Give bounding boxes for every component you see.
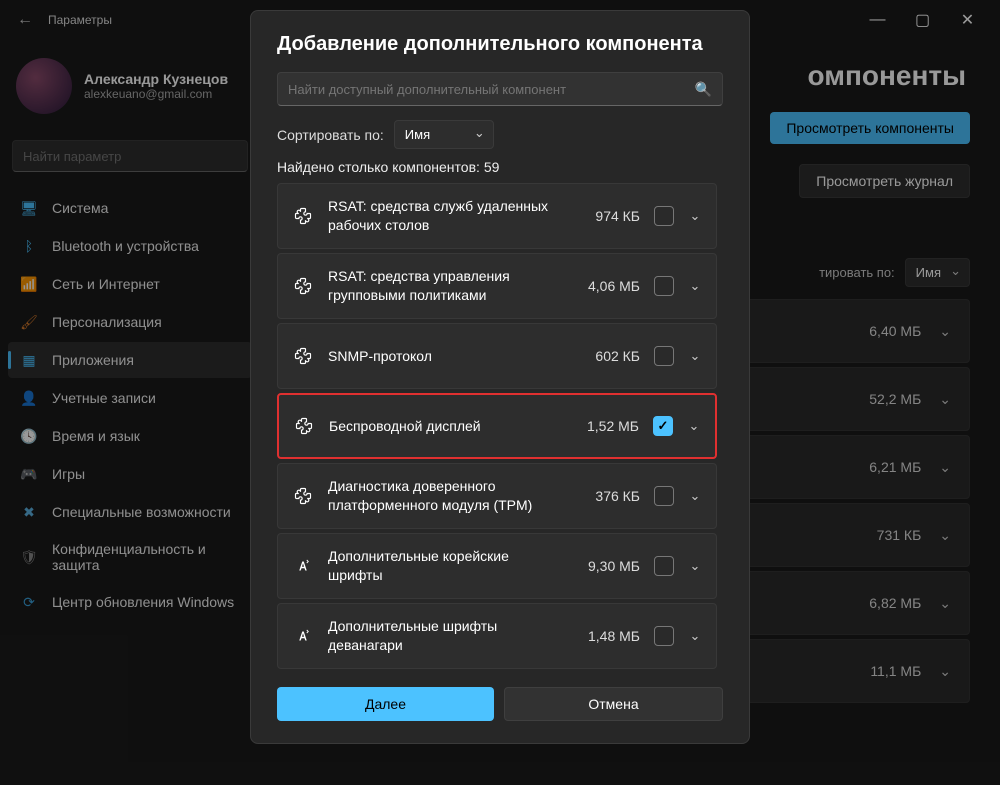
feature-name: Дополнительные корейские шрифты — [328, 547, 564, 585]
feature-size: 9,30 МБ — [578, 558, 640, 574]
dialog-title: Добавление дополнительного компонента — [277, 33, 723, 56]
puzzle-icon — [292, 485, 314, 507]
dialog-search[interactable]: 🔍 — [277, 72, 723, 106]
feature-size: 1,48 МБ — [578, 628, 640, 644]
feature-size: 4,06 МБ — [578, 278, 640, 294]
feature-row[interactable]: RSAT: средства управления групповыми пол… — [277, 253, 717, 319]
feature-checkbox[interactable] — [654, 556, 674, 576]
dialog-sort-select[interactable]: Имя — [394, 120, 494, 149]
feature-checkbox[interactable] — [654, 486, 674, 506]
feature-row[interactable]: Беспроводной дисплей 1,52 МБ ⌄ — [277, 393, 717, 459]
chevron-down-icon[interactable]: ⌄ — [688, 208, 702, 224]
feature-name: Дополнительные шрифты деванагари — [328, 617, 564, 655]
add-feature-dialog: Добавление дополнительного компонента 🔍 … — [250, 10, 750, 744]
modal-overlay: Добавление дополнительного компонента 🔍 … — [0, 0, 1000, 785]
cancel-button[interactable]: Отмена — [504, 687, 723, 721]
feature-row[interactable]: RSAT: средства служб удаленных рабочих с… — [277, 183, 717, 249]
puzzle-icon — [292, 345, 314, 367]
chevron-down-icon[interactable]: ⌄ — [688, 558, 702, 574]
dialog-sort-label: Сортировать по: — [277, 127, 384, 143]
feature-name: Беспроводной дисплей — [329, 417, 563, 436]
chevron-down-icon[interactable]: ⌄ — [688, 348, 702, 364]
chevron-down-icon[interactable]: ⌄ — [688, 278, 702, 294]
puzzle-icon — [293, 415, 315, 437]
feature-size: 376 КБ — [578, 488, 640, 504]
feature-checkbox[interactable] — [653, 416, 673, 436]
feature-row[interactable]: Дополнительные корейские шрифты 9,30 МБ … — [277, 533, 717, 599]
search-icon: 🔍 — [695, 81, 712, 98]
font-icon — [292, 625, 314, 647]
feature-checkbox[interactable] — [654, 206, 674, 226]
feature-checkbox[interactable] — [654, 626, 674, 646]
feature-name: SNMP-протокол — [328, 347, 564, 366]
dialog-feature-list: RSAT: средства служб удаленных рабочих с… — [277, 183, 723, 669]
puzzle-icon — [292, 205, 314, 227]
next-button[interactable]: Далее — [277, 687, 494, 721]
feature-checkbox[interactable] — [654, 276, 674, 296]
dialog-search-input[interactable] — [288, 82, 695, 97]
feature-row[interactable]: Диагностика доверенного платформенного м… — [277, 463, 717, 529]
feature-row[interactable]: SNMP-протокол 602 КБ ⌄ — [277, 323, 717, 389]
feature-name: RSAT: средства управления групповыми пол… — [328, 267, 564, 305]
chevron-down-icon[interactable]: ⌄ — [687, 418, 701, 434]
feature-name: RSAT: средства служб удаленных рабочих с… — [328, 197, 564, 235]
feature-size: 602 КБ — [578, 348, 640, 364]
feature-checkbox[interactable] — [654, 346, 674, 366]
puzzle-icon — [292, 275, 314, 297]
feature-size: 1,52 МБ — [577, 418, 639, 434]
feature-row[interactable]: Дополнительные шрифты деванагари 1,48 МБ… — [277, 603, 717, 669]
dialog-found-count: Найдено столько компонентов: 59 — [277, 159, 723, 175]
font-icon — [292, 555, 314, 577]
chevron-down-icon[interactable]: ⌄ — [688, 488, 702, 504]
chevron-down-icon[interactable]: ⌄ — [688, 628, 702, 644]
feature-name: Диагностика доверенного платформенного м… — [328, 477, 564, 515]
feature-size: 974 КБ — [578, 208, 640, 224]
